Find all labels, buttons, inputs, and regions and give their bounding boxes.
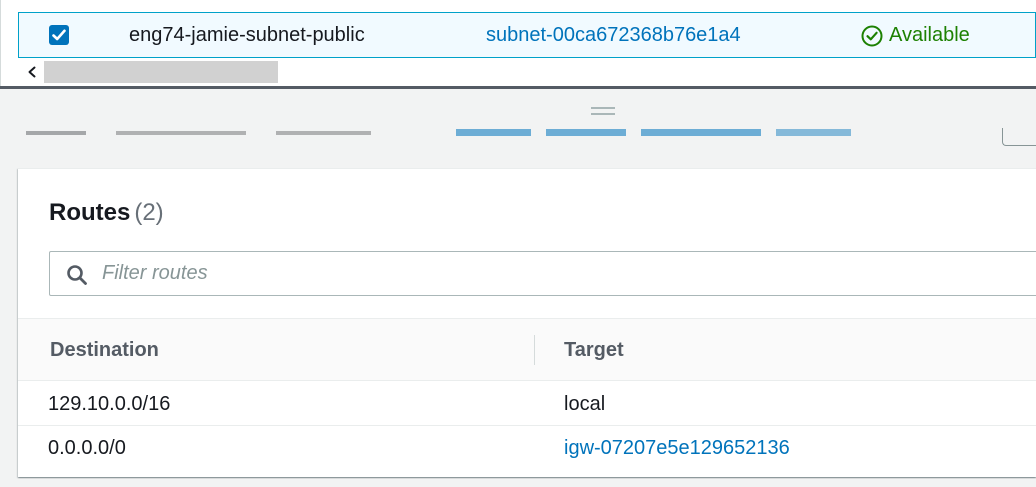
status-success-icon bbox=[861, 25, 883, 46]
route-target-link[interactable]: igw-07207e5e129652136 bbox=[564, 437, 790, 460]
column-divider[interactable] bbox=[534, 335, 535, 365]
column-header-destination[interactable]: Destination bbox=[50, 339, 159, 362]
routes-heading: Routes (2) bbox=[49, 199, 164, 227]
subnet-table: eng74-jamie-subnet-public subnet-00ca672… bbox=[0, 0, 1036, 88]
subnet-row-selected[interactable]: eng74-jamie-subnet-public subnet-00ca672… bbox=[18, 12, 1036, 58]
subnet-id-link[interactable]: subnet-00ca672368b76e1a4 bbox=[486, 24, 741, 47]
table-left-border bbox=[0, 0, 1, 88]
drag-handle-icon[interactable] bbox=[591, 107, 615, 117]
subnet-name: eng74-jamie-subnet-public bbox=[129, 24, 365, 46]
split-panel-divider bbox=[0, 86, 1036, 89]
chevron-left-icon[interactable] bbox=[21, 60, 43, 84]
obscured-text-line bbox=[26, 129, 851, 136]
route-destination: 0.0.0.0/0 bbox=[48, 437, 126, 459]
search-icon bbox=[67, 265, 87, 285]
column-header-target[interactable]: Target bbox=[564, 339, 624, 362]
subnet-state: Available bbox=[861, 24, 970, 47]
table-row: 129.10.0.0/16 local bbox=[18, 382, 1036, 426]
horizontal-scrollbar[interactable] bbox=[18, 60, 1036, 84]
route-destination: 129.10.0.0/16 bbox=[48, 393, 171, 415]
scrollbar-thumb[interactable] bbox=[44, 61, 278, 83]
routes-panel: Routes(2) Destination Target 129.10.0.0/… bbox=[18, 168, 1036, 477]
table-row: 0.0.0.0/0 igw-07207e5e129652136 bbox=[18, 426, 1036, 470]
filter-routes-input[interactable] bbox=[100, 252, 1000, 295]
obscured-control bbox=[1002, 128, 1036, 146]
routes-title: Routes bbox=[49, 199, 131, 226]
subnet-state-label: Available bbox=[889, 24, 970, 46]
routes-count: (2) bbox=[134, 199, 164, 226]
checkbox-checked-icon[interactable] bbox=[49, 25, 69, 45]
route-target: local bbox=[564, 393, 606, 415]
routes-filter[interactable] bbox=[49, 251, 1036, 296]
routes-table-header: Destination Target bbox=[18, 318, 1036, 381]
